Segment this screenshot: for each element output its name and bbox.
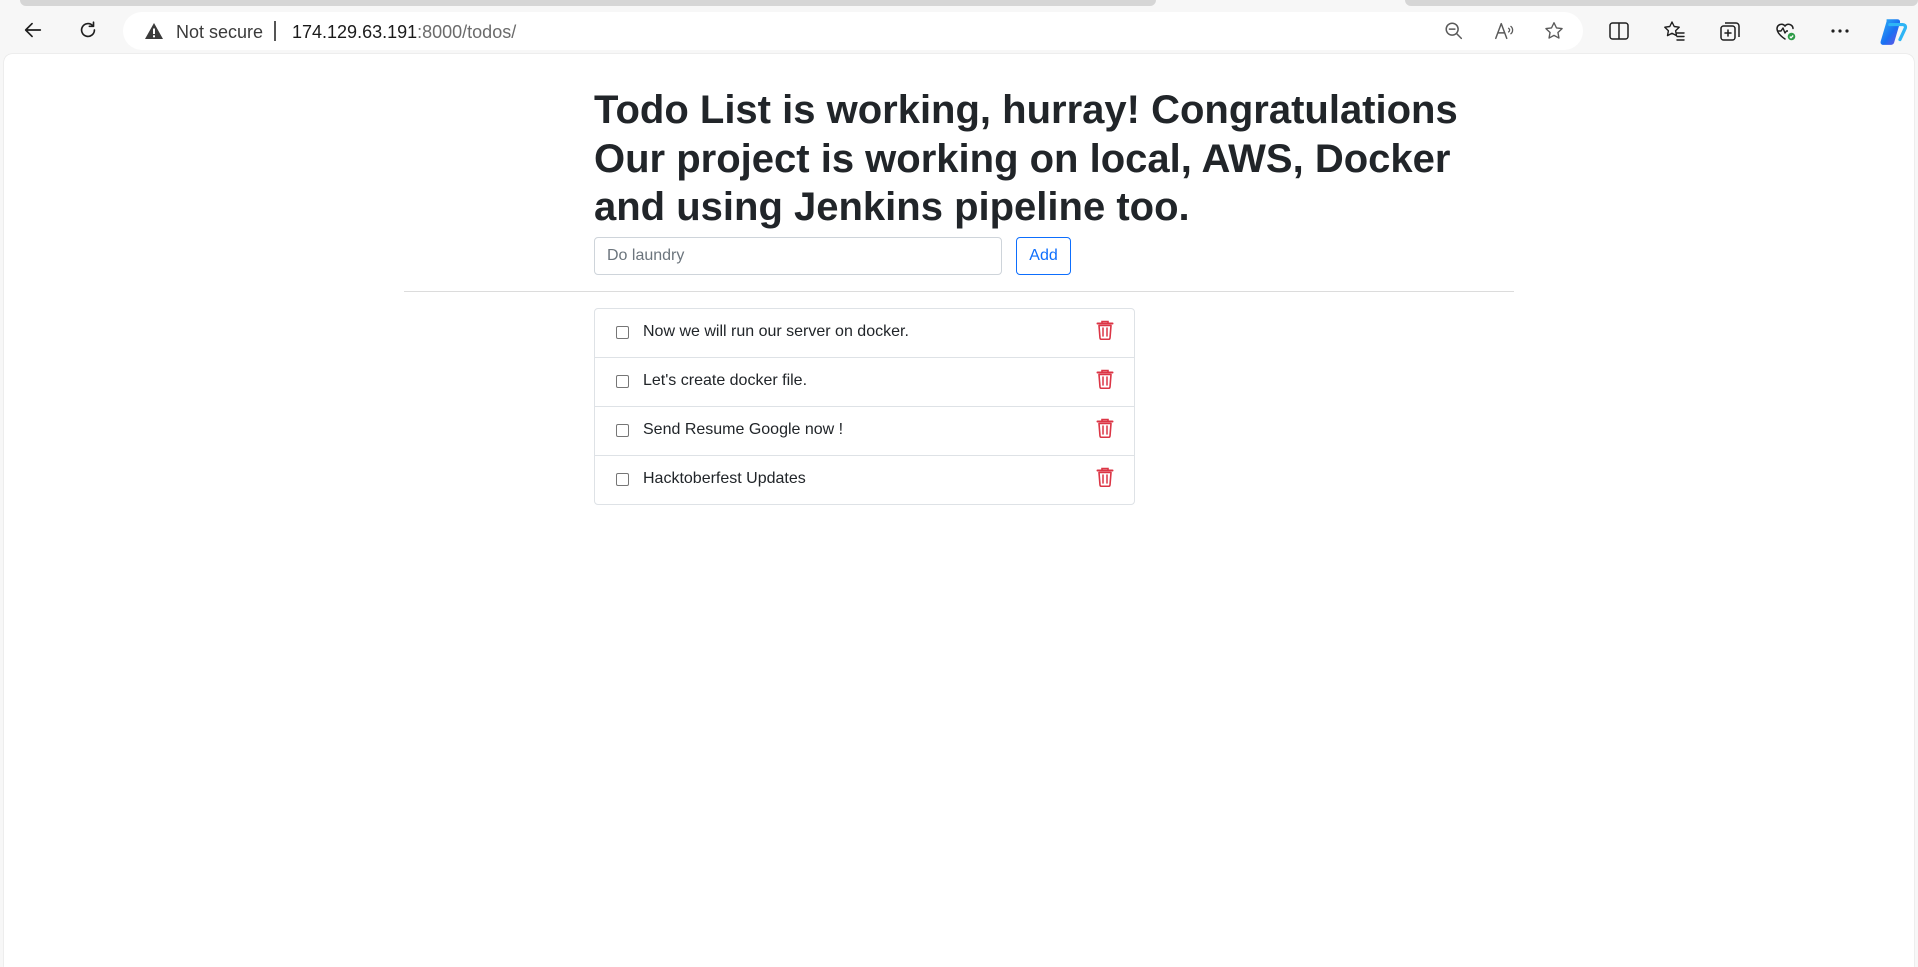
refresh-icon: [80, 21, 96, 38]
delete-button[interactable]: [1096, 320, 1114, 340]
todo-checkbox[interactable]: [616, 375, 629, 388]
todo-checkbox[interactable]: [616, 473, 629, 486]
security-label[interactable]: Not secure: [176, 22, 263, 43]
collections-icon: [1720, 22, 1740, 41]
browser-toolbar: Not secure 174.129.63.191:8000/todos/: [0, 8, 1918, 54]
todo-input[interactable]: [594, 237, 1002, 275]
back-arrow-icon: [24, 22, 42, 38]
copilot-button[interactable]: [1874, 12, 1912, 50]
todo-item: Now we will run our server on docker.: [595, 309, 1134, 358]
todo-text: Hacktoberfest Updates: [643, 470, 806, 487]
star-icon: [1545, 22, 1563, 39]
todo-text: Let's create docker file.: [643, 372, 808, 389]
todo-text: Send Resume Google now !: [643, 421, 844, 438]
todo-checkbox[interactable]: [616, 326, 629, 339]
address-separator: [274, 21, 276, 41]
tab-edge[interactable]: [20, 0, 1156, 6]
divider: [404, 291, 1514, 292]
back-button[interactable]: [15, 12, 51, 48]
split-screen-button[interactable]: [1600, 12, 1638, 50]
tab-edge[interactable]: [1405, 0, 1918, 6]
page-title: Todo List is working, hurray! Congratula…: [594, 88, 1458, 229]
browser-essentials-button[interactable]: [1766, 12, 1804, 50]
todo-text: Now we will run our server on docker.: [643, 323, 909, 340]
address-bar[interactable]: Not secure 174.129.63.191:8000/todos/: [123, 12, 1583, 50]
browser-essentials-icon: [1776, 23, 1796, 41]
favorite-button[interactable]: [1542, 19, 1566, 43]
trash-icon: [1096, 320, 1114, 340]
trash-icon: [1096, 369, 1114, 389]
favorites-button[interactable]: [1655, 12, 1693, 50]
split-screen-icon: [1609, 22, 1629, 40]
delete-button[interactable]: [1096, 369, 1114, 389]
warning-icon[interactable]: [144, 22, 164, 40]
zoom-button[interactable]: [1442, 19, 1466, 43]
read-aloud-button[interactable]: [1492, 19, 1516, 43]
todo-list: Now we will run our server on docker. Le…: [594, 308, 1135, 505]
add-button[interactable]: Add: [1016, 237, 1071, 275]
more-button[interactable]: [1821, 12, 1859, 50]
favorites-icon: [1664, 21, 1685, 41]
trash-icon: [1096, 467, 1114, 487]
delete-button[interactable]: [1096, 467, 1114, 487]
todo-item: Hacktoberfest Updates: [595, 456, 1134, 504]
tab-strip: [0, 0, 1918, 8]
todo-item: Send Resume Google now !: [595, 407, 1134, 456]
read-aloud-icon: [1495, 22, 1514, 40]
todo-item: Let's create docker file.: [595, 358, 1134, 407]
todo-checkbox[interactable]: [616, 424, 629, 437]
trash-icon: [1096, 418, 1114, 438]
delete-button[interactable]: [1096, 418, 1114, 438]
more-icon: [1831, 29, 1849, 33]
page-viewport: Todo List is working, hurray! Congratula…: [4, 54, 1914, 967]
collections-button[interactable]: [1711, 12, 1749, 50]
url-text[interactable]: 174.129.63.191:8000/todos/: [292, 22, 516, 43]
copilot-icon: [1880, 19, 1908, 45]
zoom-out-icon: [1445, 22, 1463, 40]
url-path: :8000/todos/: [417, 22, 517, 42]
url-host: 174.129.63.191: [292, 22, 418, 42]
refresh-button[interactable]: [70, 12, 106, 48]
